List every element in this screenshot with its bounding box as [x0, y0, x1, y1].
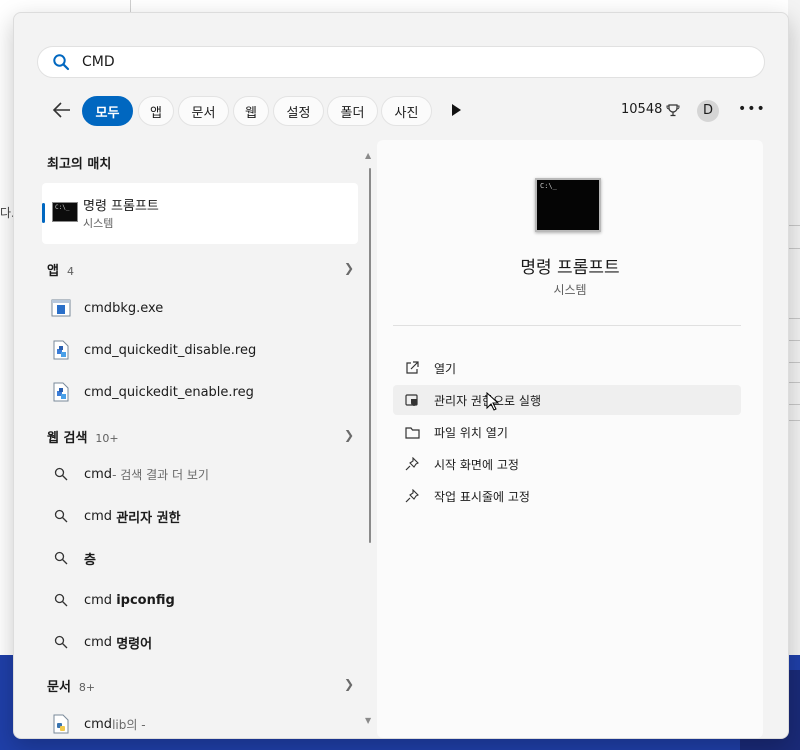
exe-file-icon — [50, 297, 72, 319]
search-icon — [50, 505, 72, 527]
apps-count: 4 — [66, 265, 74, 278]
avatar[interactable]: D — [697, 100, 719, 122]
scrollbar-thumb[interactable] — [369, 168, 371, 543]
tab-photos[interactable]: 사진 — [381, 96, 432, 126]
divider — [393, 325, 741, 326]
background-window — [130, 0, 800, 12]
web-suggestion-bold: 층 — [84, 552, 96, 568]
command-prompt-icon: C:\_ — [52, 202, 78, 222]
documents-heading-label: 문서 — [47, 680, 71, 695]
list-item[interactable]: cmd lib의 - — [50, 712, 146, 736]
selection-indicator — [42, 203, 45, 223]
apps-heading-label: 앱 — [47, 264, 59, 279]
search-input[interactable]: CMD — [82, 54, 115, 70]
list-item-label: cmd_quickedit_enable.reg — [84, 384, 254, 400]
search-icon — [50, 547, 72, 569]
details-pane: C:\_ 명령 프롬프트 시스템 열기 관리자 권한으로 실행 파일 위치 열기 — [377, 140, 763, 738]
action-open[interactable]: 열기 — [393, 353, 741, 383]
mouse-cursor-icon — [486, 392, 500, 411]
web-suggestion[interactable]: cmd - 검색 결과 더 보기 — [50, 462, 209, 486]
web-suggestion[interactable]: 층 — [50, 546, 96, 570]
search-box[interactable]: CMD — [37, 46, 765, 78]
action-label: 파일 위치 열기 — [434, 425, 508, 440]
web-suggestion-bold: 관리자 권한 — [116, 510, 181, 526]
best-match-subtitle: 시스템 — [83, 217, 114, 230]
web-suggestion[interactable]: cmd 명령어 — [50, 630, 152, 654]
chevron-right-icon[interactable]: ❯ — [344, 677, 354, 691]
trophy-icon — [666, 103, 680, 116]
tab-all[interactable]: 모두 — [82, 96, 133, 126]
document-location: lib의 - — [112, 717, 146, 732]
details-title: 명령 프롬프트 — [520, 258, 620, 278]
web-suggestion[interactable]: cmd ipconfig — [50, 588, 175, 612]
web-suggestion-text: cmd — [84, 508, 117, 524]
scroll-up-arrow-icon[interactable]: ▲ — [365, 151, 371, 160]
search-icon — [50, 589, 72, 611]
chevron-right-icon[interactable]: ❯ — [344, 261, 354, 275]
list-item[interactable]: cmd_quickedit_disable.reg — [50, 338, 256, 362]
tab-folders[interactable]: 폴더 — [327, 96, 378, 126]
apps-heading[interactable]: 앱4 — [47, 260, 74, 279]
web-suggestion-text: cmd — [84, 466, 113, 482]
action-open-file-location[interactable]: 파일 위치 열기 — [393, 417, 741, 447]
search-icon — [50, 631, 72, 653]
chevron-right-icon[interactable]: ❯ — [344, 428, 354, 442]
filter-bar: 모두 앱 문서 웹 설정 폴더 사진 10548 D ••• — [14, 93, 788, 129]
best-match-heading: 최고의 매치 — [47, 157, 112, 172]
scroll-down-arrow-icon[interactable]: ▼ — [365, 716, 371, 725]
action-label: 열기 — [434, 361, 457, 376]
web-suggestion-bold: 명령어 — [116, 636, 153, 652]
documents-count: 8+ — [78, 681, 96, 694]
best-match-item[interactable]: C:\_ 명령 프롬프트 시스템 — [42, 183, 358, 244]
start-search-panel: CMD 모두 앱 문서 웹 설정 폴더 사진 10548 D ••• 최고의 매… — [13, 12, 789, 739]
background-window-right — [788, 0, 800, 750]
best-match-title: 명령 프롬프트 — [83, 199, 159, 214]
action-pin-to-taskbar[interactable]: 작업 표시줄에 고정 — [393, 481, 741, 511]
list-item[interactable]: cmdbkg.exe — [50, 296, 163, 320]
list-item[interactable]: cmd_quickedit_enable.reg — [50, 380, 254, 404]
web-search-heading[interactable]: 웹 검색 10+ — [47, 427, 119, 446]
action-label: 작업 표시줄에 고정 — [434, 489, 530, 504]
web-search-count: 10+ — [95, 432, 119, 445]
pin-icon — [403, 455, 421, 473]
command-prompt-large-icon: C:\_ — [535, 178, 601, 232]
action-label: 시작 화면에 고정 — [434, 457, 519, 472]
more-options-icon[interactable]: ••• — [738, 101, 766, 117]
documents-heading[interactable]: 문서 8+ — [47, 676, 95, 695]
action-pin-to-start[interactable]: 시작 화면에 고정 — [393, 449, 741, 479]
list-item-label: cmd_quickedit_disable.reg — [84, 342, 257, 358]
tab-documents[interactable]: 문서 — [178, 96, 229, 126]
document-name: cmd — [84, 716, 113, 732]
play-more-filters-icon[interactable] — [450, 103, 462, 117]
points-value: 10548 — [621, 102, 663, 117]
back-arrow-icon[interactable] — [50, 98, 74, 122]
open-external-icon — [403, 359, 421, 377]
shield-window-icon — [403, 391, 421, 409]
web-suggestion-hint: - 검색 결과 더 보기 — [112, 467, 209, 482]
web-suggestion-text: cmd — [84, 634, 117, 650]
list-item-label: cmdbkg.exe — [84, 300, 164, 316]
tab-web[interactable]: 웹 — [233, 96, 269, 126]
details-subtitle: 시스템 — [553, 283, 587, 297]
python-file-icon — [50, 713, 72, 735]
pin-icon — [403, 487, 421, 505]
folder-icon — [403, 423, 421, 441]
web-suggestion-bold: ipconfig — [116, 592, 175, 608]
web-suggestion[interactable]: cmd 관리자 권한 — [50, 504, 181, 528]
web-search-heading-label: 웹 검색 — [47, 431, 88, 446]
action-run-as-admin[interactable]: 관리자 권한으로 실행 — [393, 385, 741, 415]
tab-apps[interactable]: 앱 — [138, 96, 174, 126]
registry-file-icon — [50, 339, 72, 361]
search-icon — [53, 54, 70, 71]
rewards-points[interactable]: 10548 — [621, 102, 680, 117]
tab-settings[interactable]: 설정 — [273, 96, 324, 126]
results-list: 최고의 매치 C:\_ 명령 프롬프트 시스템 앱4 ❯ cmdbkg.exe … — [14, 143, 376, 738]
search-icon — [50, 463, 72, 485]
registry-file-icon — [50, 381, 72, 403]
web-suggestion-text: cmd — [84, 592, 117, 608]
